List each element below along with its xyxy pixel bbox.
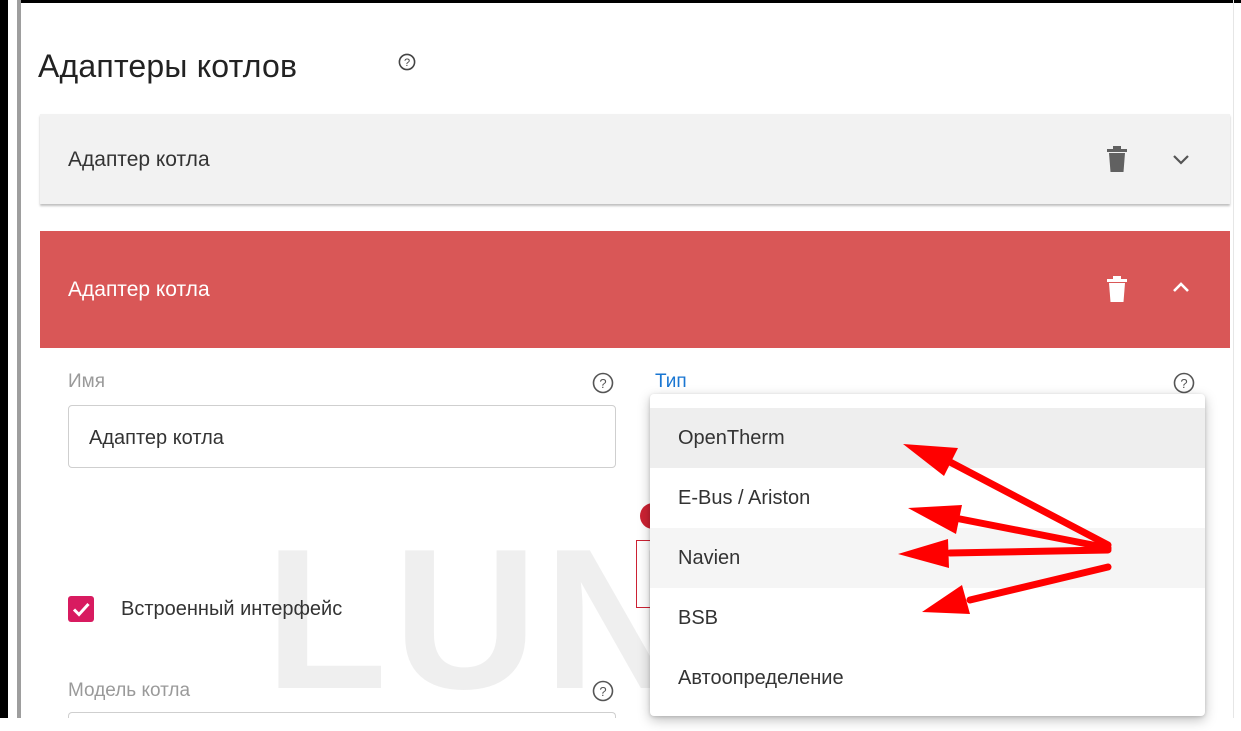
help-icon[interactable]: ? [592,372,614,399]
frame-gap [8,0,17,718]
frame-inner-border [17,0,21,718]
trash-icon[interactable] [1106,146,1128,177]
type-dropdown-menu[interactable]: OpenTherm E-Bus / Ariston Navien BSB Авт… [650,394,1205,716]
checkbox-label: Встроенный интерфейс [121,598,343,620]
dropdown-option-autodetect[interactable]: Автоопределение [650,648,1205,708]
dropdown-option-opentherm[interactable]: OpenTherm [650,408,1205,468]
panel-title: Адаптер котла [68,278,210,301]
dropdown-option-bsb[interactable]: BSB [650,588,1205,648]
frame-right-line [1233,0,1234,718]
model-input[interactable] [68,712,616,718]
adapter-panel-expanded[interactable]: Адаптер котла [40,231,1230,348]
frame-top-border [0,0,1241,3]
help-icon[interactable]: ? [592,680,614,707]
chevron-up-icon[interactable] [1172,280,1190,298]
frame-left-border [0,0,8,718]
adapter-panel-collapsed[interactable]: Адаптер котла [40,114,1230,204]
svg-text:?: ? [404,57,410,69]
name-label: Имя [68,371,106,392]
dropdown-option-ebus-ariston[interactable]: E-Bus / Ariston [650,468,1205,528]
dropdown-option-navien[interactable]: Navien [650,528,1205,588]
svg-text:?: ? [599,376,606,391]
help-icon[interactable]: ? [398,53,416,71]
panel-title: Адаптер котла [68,148,210,171]
type-label: Тип [655,371,687,392]
model-label: Модель котла [68,680,191,701]
chevron-down-icon[interactable] [1172,153,1190,171]
svg-text:?: ? [1180,376,1187,391]
svg-text:?: ? [599,684,606,699]
builtin-interface-checkbox[interactable] [68,596,94,622]
name-input-value: Адаптер котла [89,427,224,449]
name-input[interactable]: Адаптер котла [68,405,616,468]
trash-icon[interactable] [1106,276,1128,307]
page-title: Адаптеры котлов [38,48,298,84]
check-icon [68,602,94,626]
